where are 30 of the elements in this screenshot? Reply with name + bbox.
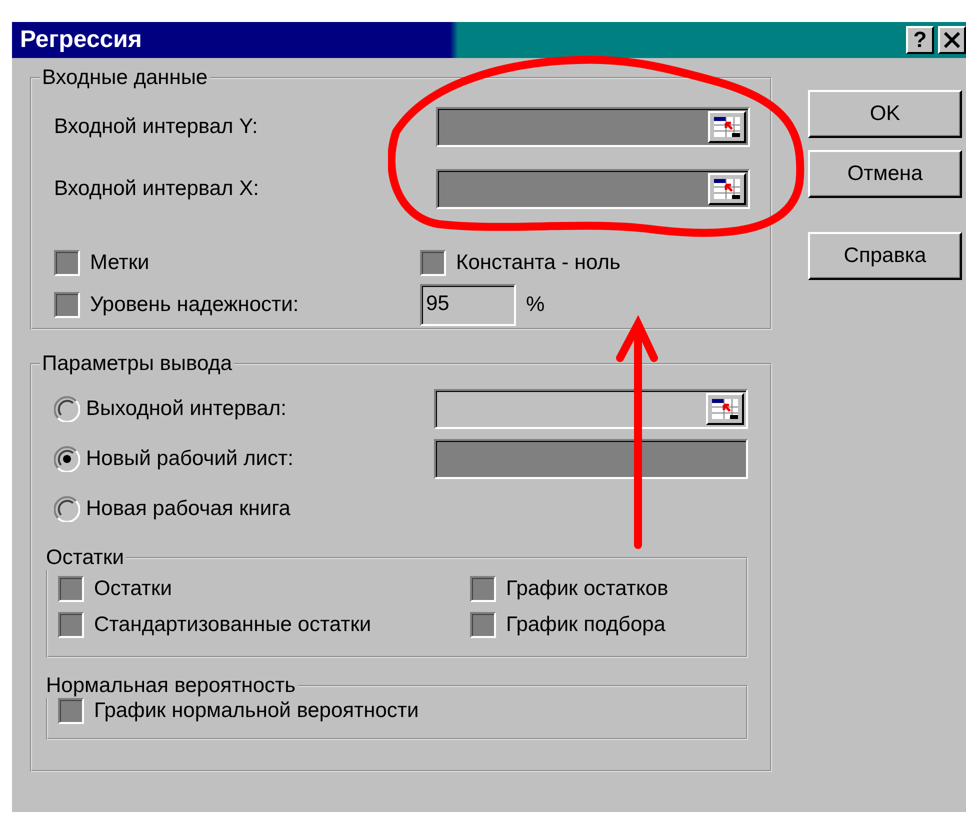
checkbox-label: График подбора: [506, 613, 666, 637]
group-title: Остатки: [45, 546, 125, 570]
group-title: Входные данные: [41, 66, 209, 90]
radio-label: Новый рабочий лист:: [86, 447, 294, 471]
checkbox-label: Остатки: [94, 577, 172, 601]
dialog-button[interactable]: Отмена: [808, 150, 962, 198]
radio-button[interactable]: [54, 396, 80, 422]
radio-button[interactable]: [54, 446, 80, 472]
range-picker-icon[interactable]: [706, 393, 744, 425]
radio-button[interactable]: [54, 496, 80, 522]
group-title: Нормальная вероятность: [45, 674, 297, 698]
help-button[interactable]: ?: [906, 26, 934, 54]
close-icon: [943, 32, 961, 48]
window-title: Регрессия: [20, 26, 142, 54]
checkbox-label: Константа - ноль: [456, 251, 620, 275]
dialog-button[interactable]: OK: [808, 90, 962, 138]
close-button[interactable]: [938, 26, 966, 54]
radio-label: Выходной интервал:: [86, 397, 286, 421]
checkbox-label: График остатков: [506, 577, 668, 601]
range-field[interactable]: [434, 389, 748, 429]
radio-label: Новая рабочая книга: [86, 497, 290, 521]
field-label: Входной интервал Y:: [54, 115, 258, 139]
checkbox-label: График нормальной вероятности: [94, 699, 419, 723]
field-label: Входной интервал X:: [54, 177, 259, 201]
checkbox-label: Метки: [90, 251, 150, 275]
dialog-button[interactable]: Справка: [808, 232, 962, 280]
checkbox-label: Уровень надежности:: [90, 293, 299, 317]
group-title: Параметры вывода: [41, 352, 234, 376]
percent-label: %: [526, 293, 545, 317]
checkbox-label: Стандартизованные остатки: [94, 613, 372, 637]
